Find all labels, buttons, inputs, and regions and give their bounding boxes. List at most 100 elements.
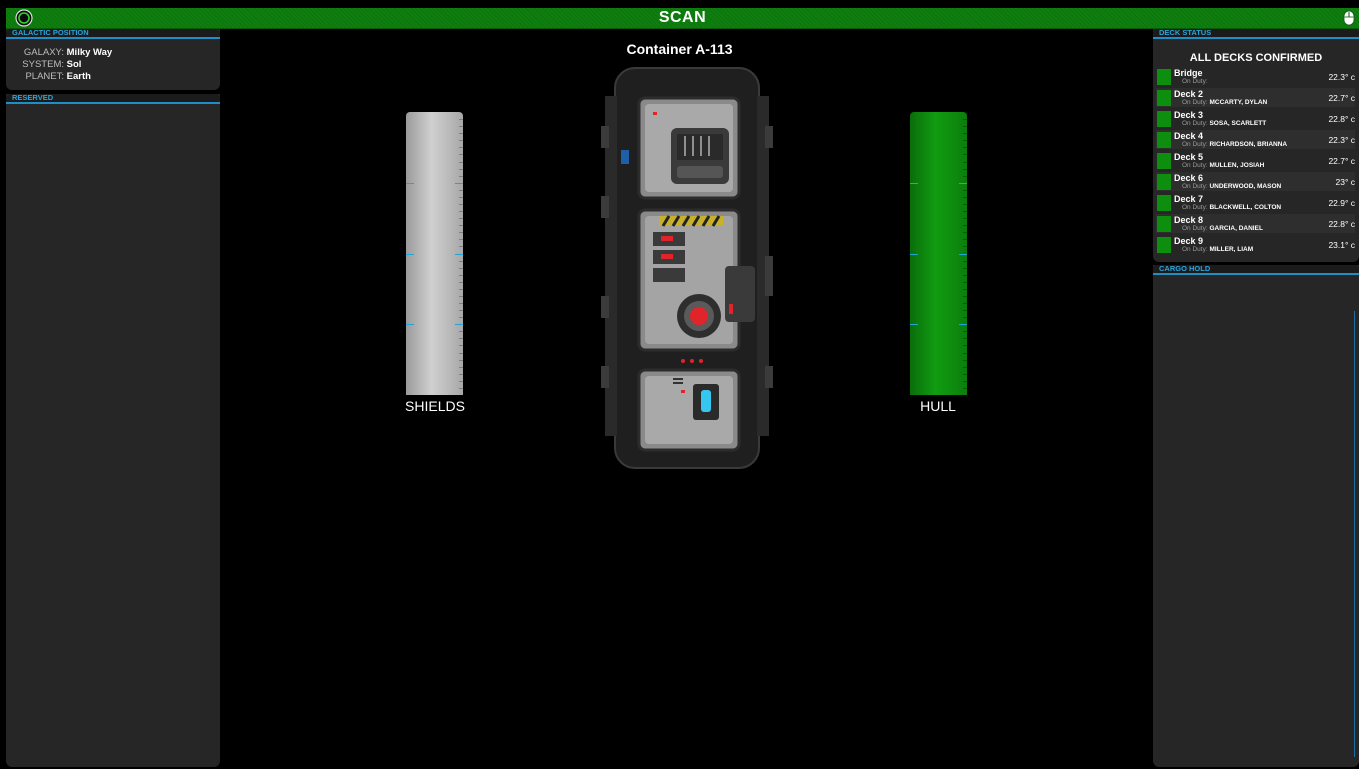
deck-crew: UNDERWOOD, MASON bbox=[1209, 183, 1282, 190]
gauge-tick bbox=[963, 317, 967, 318]
gauge-tick bbox=[963, 126, 967, 127]
deck-on-duty: On Duty: GARCIA, DANIEL bbox=[1182, 225, 1263, 232]
mouse-icon[interactable] bbox=[1343, 10, 1355, 26]
gauge-tick bbox=[459, 246, 463, 247]
gauge-tick bbox=[459, 289, 463, 290]
cargo-hold-panel: CARGO HOLD bbox=[1153, 265, 1359, 767]
deck-status-indicator bbox=[1157, 90, 1171, 106]
gauge-tick bbox=[959, 183, 967, 184]
cargo-hold-header: CARGO HOLD bbox=[1153, 265, 1359, 275]
hull-gauge bbox=[910, 112, 967, 395]
planet-value: Earth bbox=[66, 71, 91, 82]
gauge-tick bbox=[963, 176, 967, 177]
gauge-tick bbox=[459, 154, 463, 155]
shields-gauge bbox=[406, 112, 463, 395]
deck-status-indicator bbox=[1157, 69, 1171, 85]
gauge-tick bbox=[963, 133, 967, 134]
gauge-tick bbox=[963, 190, 967, 191]
deck-row: Deck 6 On Duty: UNDERWOOD, MASON 23° c bbox=[1156, 172, 1355, 191]
gauge-tick bbox=[459, 331, 463, 332]
gauge-tick bbox=[459, 367, 463, 368]
gauge-tick bbox=[455, 183, 463, 184]
galactic-position-header: GALACTIC POSITION bbox=[6, 29, 220, 39]
on-duty-label: On Duty: bbox=[1182, 162, 1208, 169]
gauge-tick bbox=[459, 374, 463, 375]
gauge-tick bbox=[963, 289, 967, 290]
deck-row: Deck 2 On Duty: MCCARTY, DYLAN 22.7° c bbox=[1156, 88, 1355, 107]
deck-on-duty: On Duty: MULLEN, JOSIAH bbox=[1182, 162, 1264, 169]
on-duty-label: On Duty: bbox=[1182, 225, 1208, 232]
deck-on-duty: On Duty: MILLER, LIAM bbox=[1182, 246, 1253, 253]
deck-crew: RICHARDSON, BRIANNA bbox=[1209, 141, 1288, 148]
deck-status-panel: DECK STATUS ALL DECKS CONFIRMED Bridge On… bbox=[1153, 29, 1359, 262]
deck-status-indicator bbox=[1157, 195, 1171, 211]
gauge-tick bbox=[459, 147, 463, 148]
gauge-tick bbox=[459, 218, 463, 219]
gauge-tick bbox=[459, 211, 463, 212]
gauge-tick bbox=[963, 246, 967, 247]
deck-name: Deck 3 bbox=[1174, 110, 1204, 120]
gauge-tick bbox=[963, 282, 967, 283]
gauge-tick bbox=[959, 254, 967, 255]
hull-label: HULL bbox=[920, 398, 956, 414]
gauge-tick bbox=[459, 119, 463, 120]
gauge-tick bbox=[459, 338, 463, 339]
shields-label: SHIELDS bbox=[405, 398, 465, 414]
deck-on-duty: On Duty: bbox=[1182, 78, 1208, 85]
deck-status-indicator bbox=[1157, 132, 1171, 148]
system-key: SYSTEM: bbox=[22, 59, 64, 70]
deck-temperature: 22.8° c bbox=[1328, 114, 1355, 124]
gauge-tick bbox=[459, 353, 463, 354]
gauge-tick bbox=[459, 310, 463, 311]
gauge-tick bbox=[459, 345, 463, 346]
deck-temperature: 23° c bbox=[1335, 177, 1355, 187]
deck-row: Deck 8 On Duty: GARCIA, DANIEL 22.8° c bbox=[1156, 214, 1355, 233]
system-row: SYSTEM: Sol bbox=[6, 59, 220, 71]
deck-crew: MULLEN, JOSIAH bbox=[1209, 162, 1265, 169]
gauge-tick bbox=[963, 381, 967, 382]
gauge-tick bbox=[455, 254, 463, 255]
gauge-tick bbox=[459, 360, 463, 361]
deck-crew: MILLER, LIAM bbox=[1209, 246, 1254, 253]
deck-crew: BLACKWELL, COLTON bbox=[1209, 204, 1282, 211]
deck-name: Deck 8 bbox=[1174, 215, 1204, 225]
planet-key: PLANET: bbox=[25, 71, 64, 82]
gauge-tick bbox=[963, 232, 967, 233]
gauge-tick bbox=[406, 324, 414, 325]
deck-status-indicator bbox=[1157, 174, 1171, 190]
gauge-tick bbox=[459, 190, 463, 191]
deck-row: Bridge On Duty: 22.3° c bbox=[1156, 67, 1355, 86]
gauge-tick bbox=[963, 367, 967, 368]
deck-row: Deck 9 On Duty: MILLER, LIAM 23.1° c bbox=[1156, 235, 1355, 254]
deck-on-duty: On Duty: MCCARTY, DYLAN bbox=[1182, 99, 1267, 106]
deck-status-header: DECK STATUS bbox=[1153, 29, 1359, 39]
deck-list: Bridge On Duty: 22.3° c Deck 2 On Duty: MCC… bbox=[1153, 67, 1359, 254]
on-duty-label: On Duty: bbox=[1182, 120, 1208, 127]
gauge-tick bbox=[459, 162, 463, 163]
gauge-tick bbox=[459, 232, 463, 233]
gauge-tick bbox=[459, 282, 463, 283]
deck-name: Deck 4 bbox=[1174, 131, 1204, 141]
gauge-tick bbox=[963, 211, 967, 212]
gauge-tick bbox=[963, 331, 967, 332]
reserved-panel: RESERVED bbox=[6, 94, 220, 767]
cargo-hold-scrollbar[interactable] bbox=[1354, 311, 1355, 757]
gauge-tick bbox=[459, 261, 463, 262]
gauge-tick bbox=[910, 254, 918, 255]
system-value: Sol bbox=[66, 59, 82, 70]
gauge-tick bbox=[459, 303, 463, 304]
planet-row: PLANET: Earth bbox=[6, 71, 220, 83]
gauge-tick bbox=[406, 183, 414, 184]
gauge-tick bbox=[459, 317, 463, 318]
deck-temperature: 22.7° c bbox=[1328, 93, 1355, 103]
deck-row: Deck 4 On Duty: RICHARDSON, BRIANNA 22.3° … bbox=[1156, 130, 1355, 149]
deck-temperature: 22.3° c bbox=[1328, 135, 1355, 145]
deck-status-indicator bbox=[1157, 216, 1171, 232]
deck-row: Deck 3 On Duty: SOSA, SCARLETT 22.8° c bbox=[1156, 109, 1355, 128]
gauge-tick bbox=[963, 169, 967, 170]
gauge-tick bbox=[459, 169, 463, 170]
deck-status-indicator bbox=[1157, 111, 1171, 127]
reserved-header: RESERVED bbox=[6, 94, 220, 104]
gauge-tick bbox=[963, 345, 967, 346]
gauge-tick bbox=[459, 268, 463, 269]
